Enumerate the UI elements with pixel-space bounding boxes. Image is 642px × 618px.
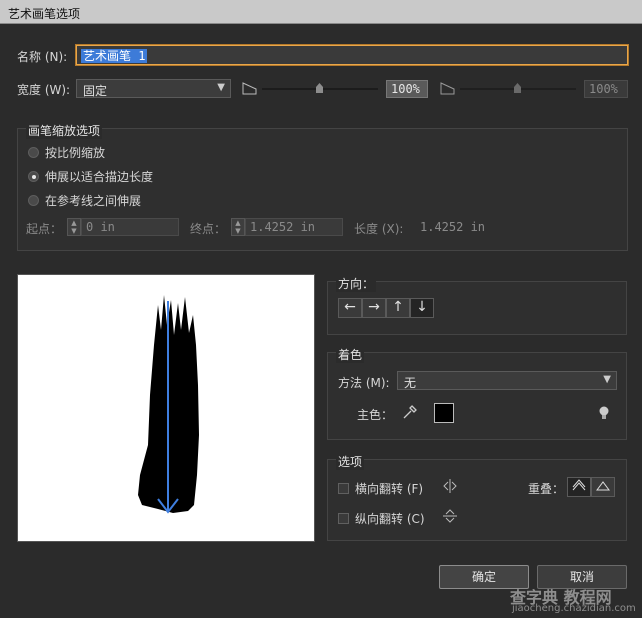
end-label: 终点：	[190, 222, 227, 236]
start-stepper[interactable]: ▲ ▼	[67, 218, 81, 236]
width-mode-dropdown[interactable]: 固定 ▼	[76, 79, 231, 98]
key-color-label: 主色：	[357, 408, 394, 422]
brush-preview	[17, 274, 315, 542]
chevron-down-icon: ▼	[217, 82, 225, 93]
flip-h-checkbox[interactable]: 横向翻转 (F)	[338, 480, 423, 497]
method-label: 方法 (M):	[338, 376, 390, 390]
tips-lightbulb-icon[interactable]	[598, 405, 610, 421]
method-value: 无	[404, 376, 417, 390]
start-field[interactable]: 0 in	[81, 218, 179, 236]
flip-h-label: 横向翻转 (F)	[355, 482, 424, 496]
direction-down-button[interactable]: ↓	[410, 298, 434, 318]
flip-v-label: 纵向翻转 (C)	[355, 512, 425, 526]
radio-guides-label: 在参考线之间伸展	[45, 194, 142, 208]
width-variance-icon-2	[440, 82, 455, 95]
flip-h-box[interactable]	[338, 483, 349, 494]
direction-title: 方向：	[336, 275, 377, 292]
direction-up-button[interactable]: ↑	[386, 298, 410, 318]
width-variance-icon	[242, 82, 257, 95]
end-stepper[interactable]: ▲ ▼	[231, 218, 245, 236]
width-label: 宽度 (W):	[17, 83, 71, 97]
name-value: 艺术画笔 1	[81, 49, 148, 63]
radio-proportional[interactable]: 按比例缩放	[28, 144, 105, 161]
brush-stroke-preview	[138, 295, 199, 514]
flip-horizontal-icon	[443, 479, 457, 493]
radio-guides-button[interactable]	[28, 195, 39, 206]
start-label: 起点：	[26, 222, 63, 236]
options-title: 选项	[336, 453, 365, 470]
overlap-2-icon	[596, 481, 610, 491]
method-dropdown[interactable]: 无 ▼	[397, 371, 617, 390]
radio-stretch-label: 伸展以适合描边长度	[45, 170, 154, 184]
radio-guides[interactable]: 在参考线之间伸展	[28, 192, 141, 209]
overlap-option-2[interactable]	[591, 477, 615, 497]
length-value: 1.4252 in	[420, 220, 486, 234]
name-field[interactable]: 艺术画笔 1	[76, 45, 628, 65]
width-slider-knob[interactable]	[316, 83, 323, 93]
coloring-title: 着色	[336, 346, 365, 363]
coloring-group: 着色	[327, 346, 627, 440]
watermark-url: jiaocheng.chazidian.com	[512, 603, 636, 614]
width-mode-value: 固定	[83, 84, 108, 98]
radio-proportional-label: 按比例缩放	[45, 146, 106, 160]
width-value-field[interactable]: 100%	[386, 80, 428, 98]
flip-v-box[interactable]	[338, 513, 349, 524]
width-value-field-2[interactable]: 100%	[584, 80, 628, 98]
chevron-down-icon: ▼	[603, 374, 611, 385]
key-color-swatch[interactable]	[434, 403, 454, 423]
flip-vertical-icon	[443, 509, 457, 523]
end-field[interactable]: 1.4252 in	[245, 218, 343, 236]
overlap-option-1[interactable]	[567, 477, 591, 497]
eyedropper-icon[interactable]	[402, 404, 418, 420]
radio-proportional-button[interactable]	[28, 147, 39, 158]
overlap-label: 重叠：	[528, 482, 565, 496]
overlap-1-icon	[572, 479, 586, 491]
scale-options-title: 画笔缩放选项	[26, 122, 103, 139]
direction-left-button[interactable]: ←	[338, 298, 362, 318]
radio-stretch[interactable]: 伸展以适合描边长度	[28, 168, 153, 185]
radio-stretch-button[interactable]	[28, 171, 39, 182]
length-label: 长度 (X):	[354, 222, 404, 236]
window-title: 艺术画笔选项	[0, 0, 642, 24]
width-slider-knob-2[interactable]	[514, 83, 521, 93]
options-group: 选项	[327, 453, 627, 541]
direction-right-button[interactable]: →	[362, 298, 386, 318]
flip-v-checkbox[interactable]: 纵向翻转 (C)	[338, 510, 425, 527]
name-label: 名称 (N):	[17, 50, 68, 64]
